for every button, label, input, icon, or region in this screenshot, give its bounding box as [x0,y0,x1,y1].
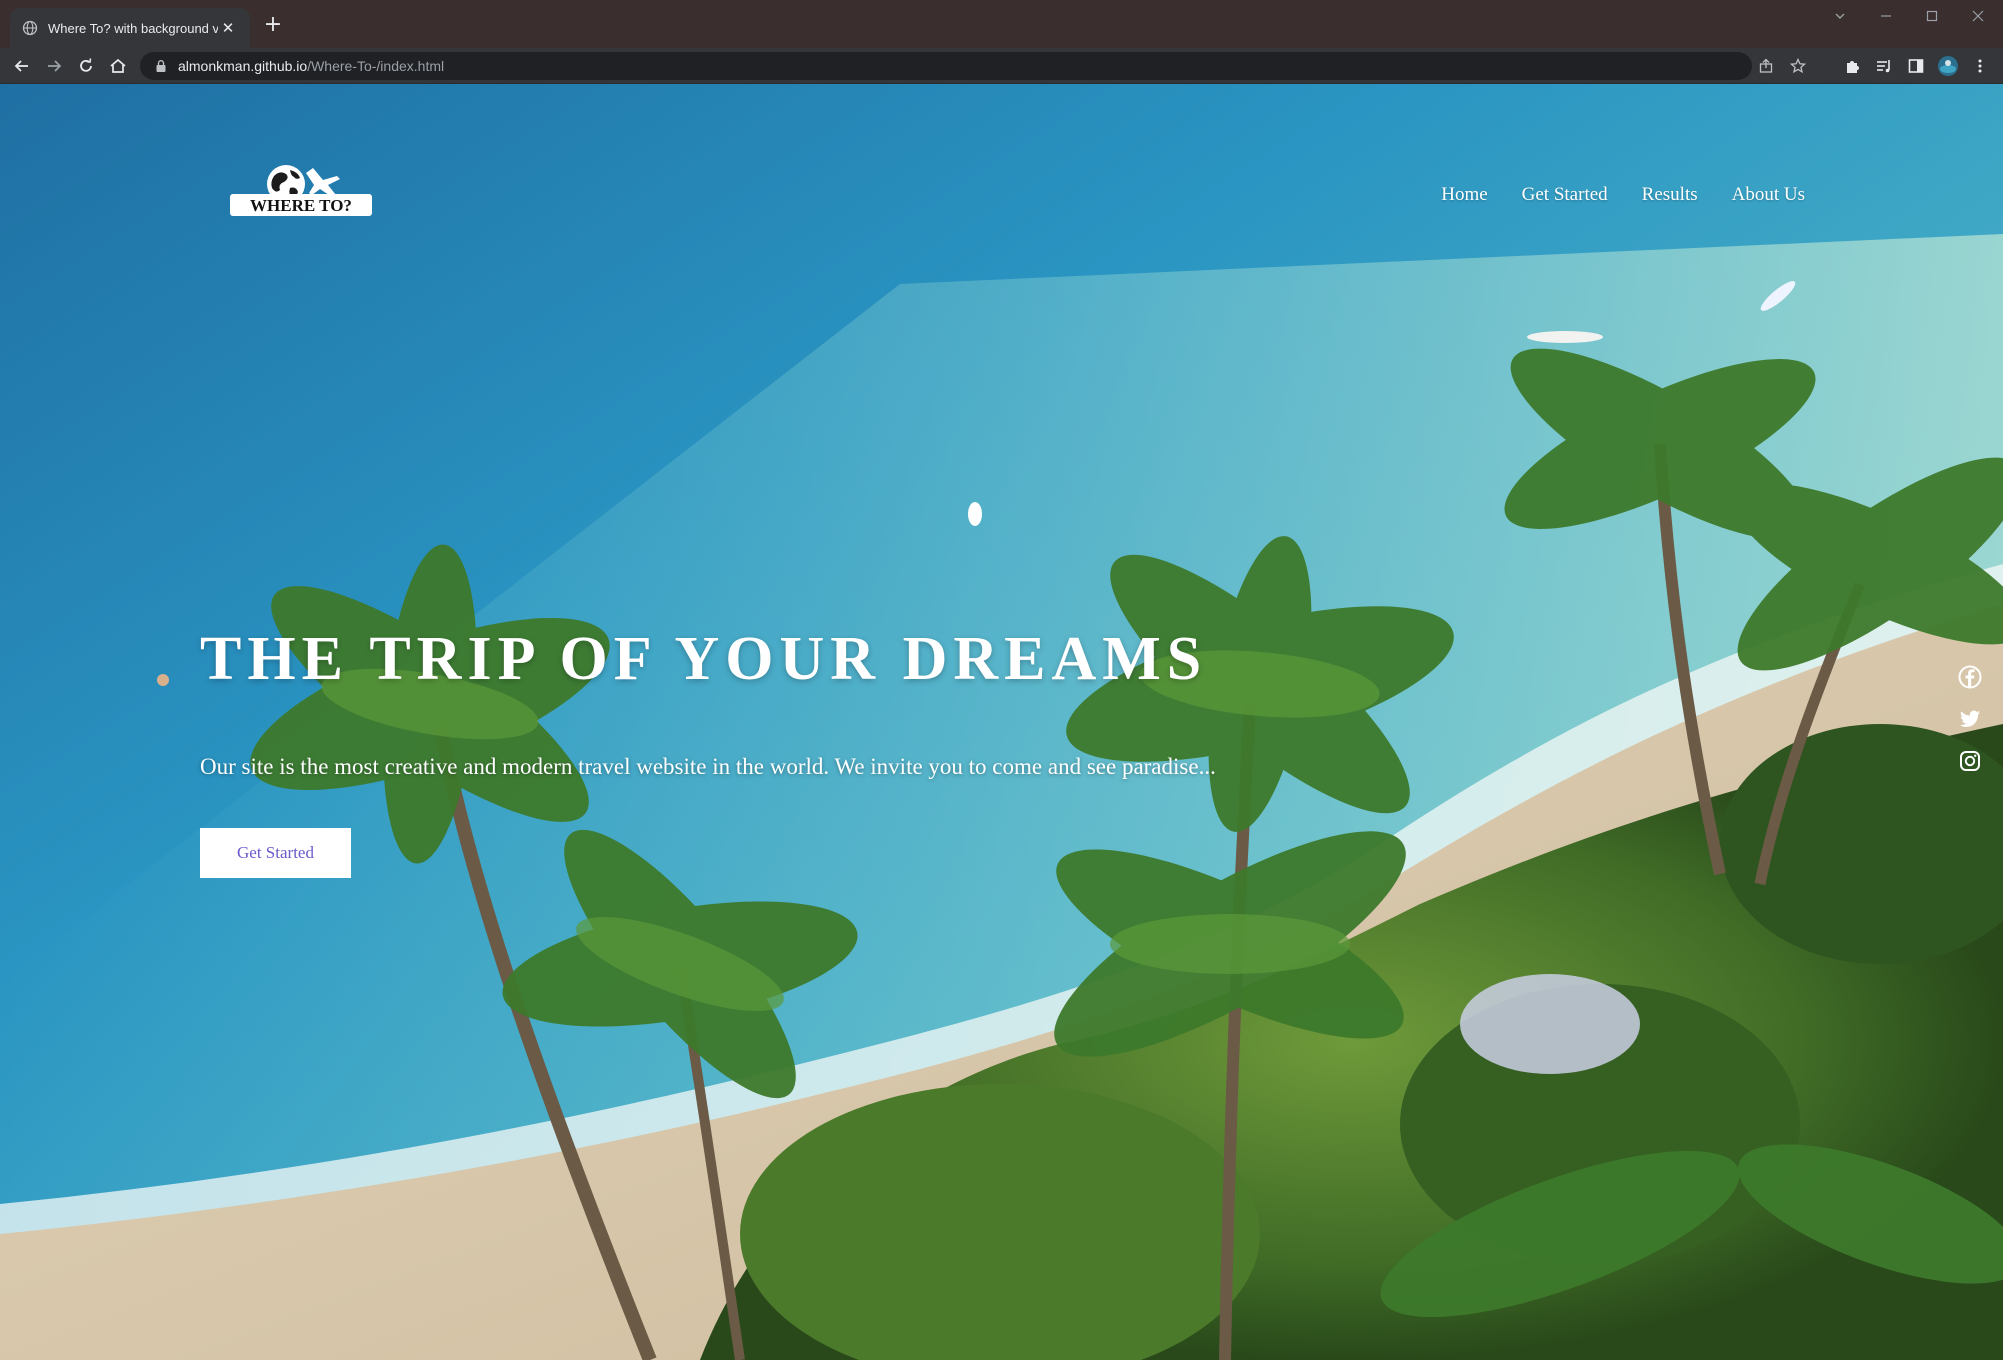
tab-search-icon[interactable] [1820,4,1860,28]
more-menu-icon[interactable] [1968,54,1992,78]
forward-icon[interactable] [42,54,66,78]
nav-about-us[interactable]: About Us [1732,184,1805,206]
page-viewport: WHERE TO? Home Get Started Results About… [0,84,2003,1360]
site-logo[interactable]: WHERE TO? [228,164,374,226]
lock-icon [156,60,166,72]
browser-tab[interactable]: Where To? with background vide ✕ [10,8,250,48]
browser-tabstrip: Where To? with background vide ✕ + [0,0,2003,48]
reload-icon[interactable] [74,54,98,78]
new-tab-button[interactable]: + [262,14,284,36]
url-path: /Where-To-/index.html [307,58,445,74]
social-links [1957,664,1983,774]
home-icon[interactable] [106,54,130,78]
close-tab-icon[interactable]: ✕ [218,18,238,38]
extensions-icon[interactable] [1840,54,1864,78]
logo-text: WHERE TO? [250,196,352,215]
side-panel-icon[interactable] [1904,54,1928,78]
back-icon[interactable] [10,54,34,78]
background-video [0,84,2003,1360]
address-bar[interactable]: almonkman.github.io/Where-To-/index.html [140,52,1806,80]
hero-subtitle: Our site is the most creative and modern… [200,754,1216,779]
share-icon[interactable] [1754,54,1778,78]
globe-icon [22,20,38,36]
minimize-button[interactable] [1866,4,1906,28]
twitter-icon[interactable] [1957,706,1983,732]
hero-title: THE TRIP OF YOUR DREAMS [200,625,1208,693]
close-window-button[interactable] [1958,4,1998,28]
bookmark-star-icon[interactable] [1786,54,1810,78]
profile-avatar-icon[interactable] [1936,54,1960,78]
media-control-icon[interactable] [1872,54,1896,78]
tab-title: Where To? with background vide [48,20,218,36]
nav-results[interactable]: Results [1642,184,1698,206]
main-nav: Home Get Started Results About Us [1441,184,1805,206]
maximize-button[interactable] [1912,4,1952,28]
get-started-button[interactable]: Get Started [200,828,351,878]
facebook-icon[interactable] [1957,664,1983,690]
nav-get-started[interactable]: Get Started [1522,184,1608,206]
browser-toolbar: almonkman.github.io/Where-To-/index.html [0,48,2003,84]
nav-home[interactable]: Home [1441,184,1487,206]
instagram-icon[interactable] [1957,748,1983,774]
url-host: almonkman.github.io [178,58,308,74]
